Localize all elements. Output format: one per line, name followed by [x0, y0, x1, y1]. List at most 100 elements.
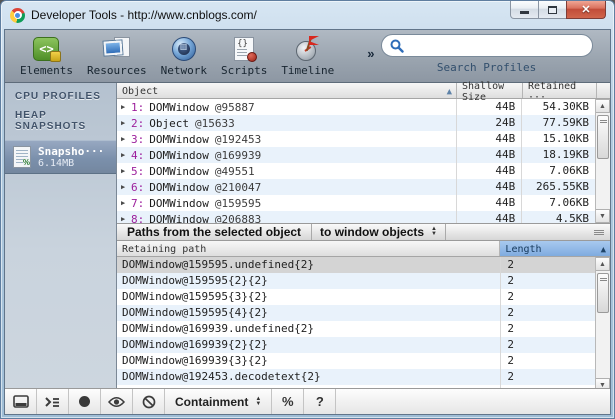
statusbar-filler: [336, 389, 610, 414]
path-row[interactable]: DOMWindow@192453.decodetext{2}2: [117, 369, 595, 385]
record-button[interactable]: [69, 389, 101, 414]
dock-button[interactable]: [5, 389, 37, 414]
network-icon: [172, 37, 196, 61]
close-button[interactable]: ✕: [566, 1, 606, 19]
disclosure-triangle-icon[interactable]: ▶: [121, 151, 131, 159]
window-title: Developer Tools - http://www.cnblogs.com…: [31, 8, 257, 22]
resources-icon: [104, 37, 130, 61]
scrollbar-thumb[interactable]: [597, 115, 609, 159]
disclosure-triangle-icon[interactable]: ▶: [121, 167, 131, 175]
object-row[interactable]: ▶2:Object@15633 24B 77.59KB: [117, 115, 595, 131]
object-row[interactable]: ▶7:DOMWindow@159595 44B 7.06KB: [117, 195, 595, 211]
sidebar-section-cpu-profiles[interactable]: CPU PROFILES: [5, 83, 116, 102]
inspect-eye-button[interactable]: [101, 389, 133, 414]
object-row[interactable]: ▶6:DOMWindow@210047 44B 265.55KB: [117, 179, 595, 195]
record-icon: [78, 395, 91, 408]
help-button[interactable]: ?: [304, 389, 336, 414]
path-row[interactable]: DOMWindow@159595{2}{2}2: [117, 273, 595, 289]
search-input[interactable]: [404, 39, 574, 53]
path-row[interactable]: DOMWindow@159595.undefined{2}2: [117, 257, 595, 273]
snapshot-view: Object ▲ Shallow Size Retained ··· ▶1:DO…: [117, 83, 610, 388]
column-header-object[interactable]: Object ▲: [117, 83, 457, 98]
object-grid-scrollbar[interactable]: ▲ ▼: [595, 99, 610, 223]
paths-filter-dropdown[interactable]: to window objects ▲▼: [312, 224, 446, 240]
profiles-sidebar: CPU PROFILES HEAP SNAPSHOTS % Snapsho···…: [5, 83, 117, 388]
object-row[interactable]: ▶5:DOMWindow@49551 44B 7.06KB: [117, 163, 595, 179]
column-header-length[interactable]: Length ▲: [500, 241, 610, 256]
view-mode-dropdown[interactable]: Containment ▲▼: [165, 389, 272, 414]
tab-elements[interactable]: <> Elements: [13, 33, 80, 77]
eye-icon: [108, 396, 125, 408]
disclosure-triangle-icon[interactable]: ▶: [121, 183, 131, 191]
console-icon: [44, 396, 61, 408]
object-row[interactable]: ▶3:DOMWindow@192453 44B 15.10KB: [117, 131, 595, 147]
column-header-retaining-path[interactable]: Retaining path: [117, 241, 500, 256]
minimize-button[interactable]: [510, 1, 539, 19]
column-header-filler: [597, 83, 610, 98]
snapshot-size: 6.14MB: [38, 158, 104, 169]
close-icon: ✕: [581, 3, 590, 16]
scroll-down-icon[interactable]: ▼: [596, 209, 610, 223]
search-profiles-label: Search Profiles: [437, 61, 536, 74]
tab-timeline[interactable]: Timeline: [274, 33, 341, 77]
paths-grid-scrollbar[interactable]: ▲ ▼: [595, 257, 610, 392]
path-row[interactable]: DOMWindow@169939{2}{2}2: [117, 337, 595, 353]
tab-network[interactable]: Network: [154, 33, 214, 77]
object-row[interactable]: ▶8:DOMWindow@206883 44B 4.5KB: [117, 211, 595, 223]
object-grid-header: Object ▲ Shallow Size Retained ···: [117, 83, 610, 99]
percent-toggle-button[interactable]: %: [272, 389, 304, 414]
maximize-icon: [548, 6, 557, 14]
sort-ascending-icon: ▲: [601, 245, 606, 255]
scroll-up-icon[interactable]: ▲: [596, 99, 610, 113]
search-area: Search Profiles: [381, 34, 593, 74]
path-row[interactable]: DOMWindow@159595{3}{2}2: [117, 289, 595, 305]
path-row[interactable]: DOMWindow@169939{3}{2}2: [117, 353, 595, 369]
window-body: <> Elements Resources Network {} Scripts…: [4, 29, 611, 415]
paths-grid: DOMWindow@159595.undefined{2}2 DOMWindow…: [117, 257, 595, 392]
tab-scripts[interactable]: {} Scripts: [214, 33, 274, 77]
minimize-icon: [520, 11, 529, 14]
paths-toolbar: Paths from the selected object to window…: [117, 223, 610, 241]
devtools-window: Developer Tools - http://www.cnblogs.com…: [0, 0, 615, 419]
dock-icon: [13, 395, 29, 408]
dropdown-spinner-icon: ▲▼: [255, 397, 261, 407]
paths-grid-header: Retaining path Length ▲: [117, 241, 610, 257]
object-grid: ▶1:DOMWindow@95887 44B 54.30KB ▶2:Object…: [117, 99, 595, 223]
exclude-button[interactable]: [133, 389, 165, 414]
devtools-toolbar: <> Elements Resources Network {} Scripts…: [5, 30, 610, 83]
disclosure-triangle-icon[interactable]: ▶: [121, 215, 131, 223]
paths-from-label: Paths from the selected object: [117, 224, 312, 240]
timeline-icon: [296, 37, 320, 61]
no-entry-icon: [142, 395, 156, 409]
elements-icon: <>: [33, 37, 59, 61]
heap-snapshot-icon: %: [13, 146, 31, 168]
scrollbar-thumb[interactable]: [597, 273, 609, 313]
path-row[interactable]: DOMWindow@169939.undefined{2}2: [117, 321, 595, 337]
status-bar: Containment ▲▼ % ?: [5, 388, 610, 414]
title-bar[interactable]: Developer Tools - http://www.cnblogs.com…: [1, 1, 614, 29]
scroll-up-icon[interactable]: ▲: [596, 257, 610, 271]
dropdown-spinner-icon: ▲▼: [431, 227, 437, 237]
sidebar-item-snapshot[interactable]: % Snapsho··· 6.14MB: [5, 140, 116, 174]
chrome-icon: [10, 8, 25, 23]
sidebar-section-heap-snapshots[interactable]: HEAP SNAPSHOTS: [5, 102, 116, 132]
window-controls: ✕: [510, 1, 606, 19]
sort-ascending-icon: ▲: [447, 87, 452, 97]
path-row[interactable]: DOMWindow@159595{4}{2}2: [117, 305, 595, 321]
console-button[interactable]: [37, 389, 69, 414]
object-row[interactable]: ▶1:DOMWindow@95887 44B 54.30KB: [117, 99, 595, 115]
snapshot-name: Snapsho···: [38, 145, 104, 158]
disclosure-triangle-icon[interactable]: ▶: [121, 199, 131, 207]
disclosure-triangle-icon[interactable]: ▶: [121, 103, 131, 111]
column-header-retained[interactable]: Retained ···: [523, 83, 597, 98]
disclosure-triangle-icon[interactable]: ▶: [121, 135, 131, 143]
disclosure-triangle-icon[interactable]: ▶: [121, 119, 131, 127]
tab-resources[interactable]: Resources: [80, 33, 154, 77]
resize-grip-icon[interactable]: [594, 230, 604, 235]
column-header-shallow-size[interactable]: Shallow Size: [457, 83, 523, 98]
toolbar-overflow-chevron[interactable]: »: [367, 46, 374, 61]
object-row[interactable]: ▶4:DOMWindow@169939 44B 18.19KB: [117, 147, 595, 163]
search-box[interactable]: [381, 34, 593, 57]
maximize-button[interactable]: [539, 1, 566, 19]
scripts-icon: {}: [234, 37, 254, 61]
